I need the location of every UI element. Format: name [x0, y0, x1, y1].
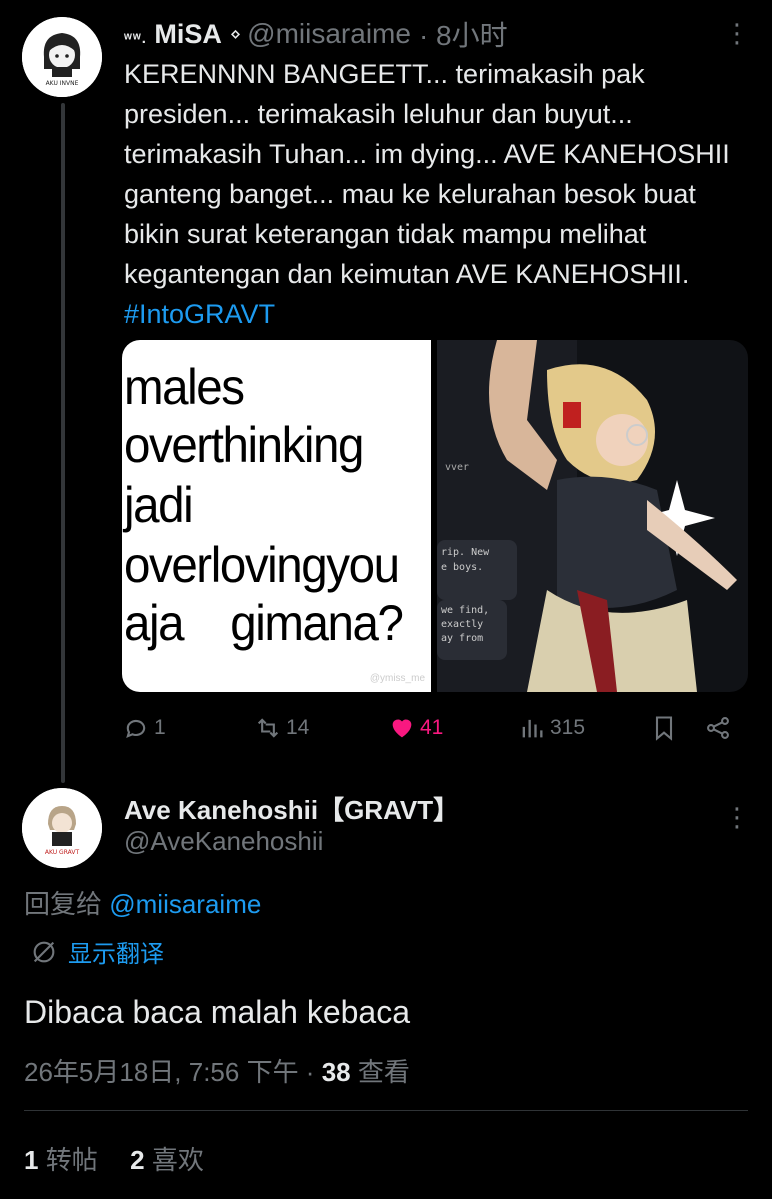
author-handle[interactable]: @miisaraime — [247, 18, 411, 50]
globe-icon — [33, 941, 55, 962]
tweet-header: ʷʷ. MiSA ⋄ @miisaraime · 8小时 — [124, 14, 508, 54]
reply-button[interactable]: 1 — [122, 708, 166, 748]
share-button[interactable] — [704, 708, 732, 748]
retweet-button[interactable]: 14 — [254, 708, 309, 748]
heart-filled-icon — [392, 719, 412, 738]
views-button[interactable]: 315 — [518, 708, 585, 748]
more-options-icon[interactable]: ⋮ — [724, 804, 750, 830]
likes-stat[interactable]: 2 喜欢 — [130, 1145, 204, 1175]
bar-chart-icon — [522, 719, 543, 738]
bookmark-icon — [655, 716, 673, 741]
svg-text:AKU INVNE: AKU INVNE — [46, 80, 79, 87]
tweet-action-bar: 1 14 41 315 — [122, 708, 742, 748]
thread-line — [61, 103, 65, 783]
meme-text-line: overthinking — [124, 417, 364, 473]
replying-to-link[interactable]: @miisaraime — [109, 889, 261, 919]
reply-author-name[interactable]: Ave Kanehoshii【GRAVT】 — [124, 790, 459, 827]
views-count: 38 — [321, 1057, 351, 1087]
reply-meta: 26年5月18日, 7:56 下午 · 38 查看 — [24, 1052, 410, 1089]
like-button[interactable]: 41 — [388, 708, 443, 748]
tweet-media[interactable]: males overthinking jadi overlovingyou aj… — [122, 340, 748, 692]
meme-image[interactable]: males overthinking jadi overlovingyou aj… — [122, 340, 431, 692]
engagement-stats: 1 转帖 2 喜欢 — [24, 1140, 204, 1177]
svg-text:vver: vver — [445, 462, 469, 473]
translate-label: 显示翻译 — [68, 941, 164, 968]
meme-text-line: aja gimana? — [124, 595, 404, 651]
replying-to: 回复给 @miisaraime — [24, 889, 262, 919]
reply-icon — [126, 719, 146, 738]
avatar-image: AKU INVNE — [22, 17, 102, 97]
views-count: 315 — [550, 716, 586, 739]
avatar-misa[interactable]: AKU INVNE — [22, 17, 102, 97]
svg-text:e boys.: e boys. — [441, 562, 483, 573]
bookmark-button[interactable] — [650, 708, 678, 748]
views-label: 查看 — [350, 1057, 410, 1087]
retweets-stat[interactable]: 1 转帖 — [24, 1145, 98, 1175]
show-translation-button[interactable]: 显示翻译 — [30, 934, 164, 969]
svg-text:ay from: ay from — [441, 633, 483, 644]
reply-text: Dibaca baca malah kebaca — [24, 994, 411, 1030]
svg-text:rip. New: rip. New — [441, 547, 490, 558]
avatar-avekanehoshii[interactable]: AKU GRAVT — [22, 788, 102, 868]
svg-text:AKU GRAVT: AKU GRAVT — [45, 849, 80, 856]
reply-author-handle[interactable]: @AveKanehoshii — [124, 826, 323, 857]
retweet-count: 14 — [286, 716, 310, 739]
like-count: 41 — [420, 716, 444, 739]
tweet-text: KERENNNN BANGEETT... terimakasih pak pre… — [124, 59, 730, 329]
meme-text-line: jadi — [124, 477, 194, 533]
character-art-image[interactable]: vver rip. New e boys. we find, exactly a… — [437, 340, 748, 692]
reply-count: 1 — [154, 716, 166, 739]
meme-text-line: males — [124, 359, 245, 415]
svg-text:exactly: exactly — [441, 619, 483, 630]
hashtag-link[interactable]: #IntoGRAVT — [124, 299, 275, 329]
retweet-icon — [257, 718, 279, 738]
avatar-image: AKU GRAVT — [22, 788, 102, 868]
tweet-time[interactable]: · 8小时 — [419, 14, 508, 54]
svg-text:we find,: we find, — [441, 605, 489, 616]
meme-watermark: @ymiss_me — [369, 673, 425, 684]
author-name[interactable]: ʷʷ. MiSA — [124, 19, 222, 50]
meme-text-line: overlovingyou — [124, 537, 400, 593]
divider — [24, 1110, 748, 1111]
badge-icon: ⋄ — [229, 23, 242, 44]
timestamp[interactable]: 26年5月18日, 7:56 下午 · — [24, 1057, 322, 1087]
more-options-icon[interactable]: ⋮ — [724, 20, 750, 46]
share-icon — [707, 717, 729, 739]
